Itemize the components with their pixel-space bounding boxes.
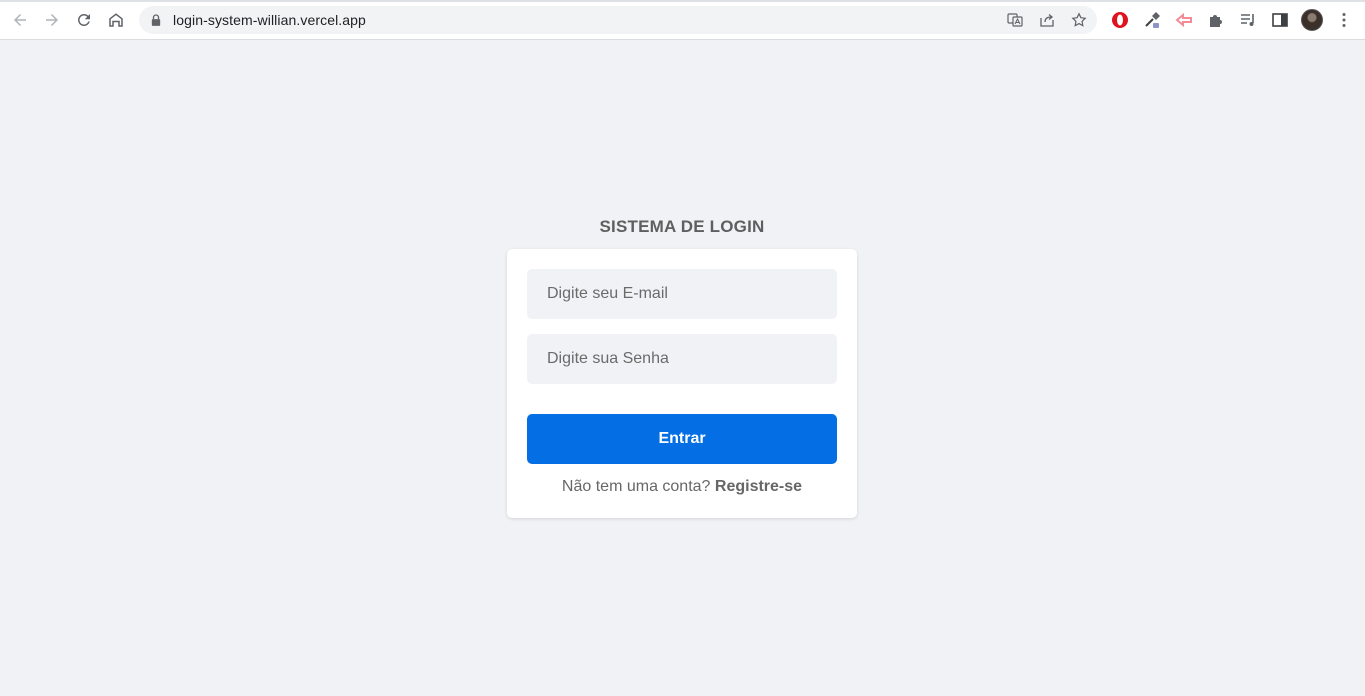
kebab-menu-icon[interactable] [1328, 4, 1360, 36]
browser-toolbar: login-system-willian.vercel.app [0, 0, 1365, 40]
extension-icon-pink[interactable] [1168, 4, 1200, 36]
tabstrip-edge [0, 0, 1365, 2]
email-field[interactable] [527, 269, 837, 319]
extensions-area [1104, 4, 1360, 36]
reload-icon [77, 13, 90, 26]
login-button[interactable]: Entrar [527, 414, 837, 464]
address-bar[interactable]: login-system-willian.vercel.app [139, 6, 1097, 34]
media-control-icon[interactable] [1232, 4, 1264, 36]
side-panel-icon[interactable] [1264, 4, 1296, 36]
forward-button[interactable] [36, 4, 68, 36]
register-prompt-line: Não tem uma conta? Registre-se [507, 478, 857, 496]
home-icon [109, 12, 123, 27]
url-text[interactable]: login-system-willian.vercel.app [173, 12, 366, 28]
page-title: SISTEMA DE LOGIN [599, 217, 765, 236]
eyedropper-extension-icon[interactable] [1136, 4, 1168, 36]
back-icon [14, 13, 26, 26]
reload-button[interactable] [68, 4, 100, 36]
lock-icon[interactable] [151, 13, 163, 27]
nav-buttons [4, 4, 132, 36]
bookmark-star-icon[interactable] [1067, 8, 1091, 32]
share-icon[interactable] [1035, 8, 1059, 32]
profile-avatar [1301, 9, 1323, 31]
puzzle-icon[interactable] [1200, 4, 1232, 36]
omnibox-actions [1003, 6, 1091, 34]
opera-extension-icon[interactable] [1104, 4, 1136, 36]
home-button[interactable] [100, 4, 132, 36]
login-card: Entrar Não tem uma conta? Registre-se [507, 249, 857, 518]
profile-button[interactable] [1296, 4, 1328, 36]
password-field[interactable] [527, 334, 837, 384]
register-prompt: Não tem uma conta? [561, 478, 711, 495]
back-button[interactable] [4, 4, 36, 36]
register-link[interactable]: Registre-se [715, 478, 802, 495]
forward-icon [46, 13, 58, 26]
translate-icon[interactable] [1003, 8, 1027, 32]
